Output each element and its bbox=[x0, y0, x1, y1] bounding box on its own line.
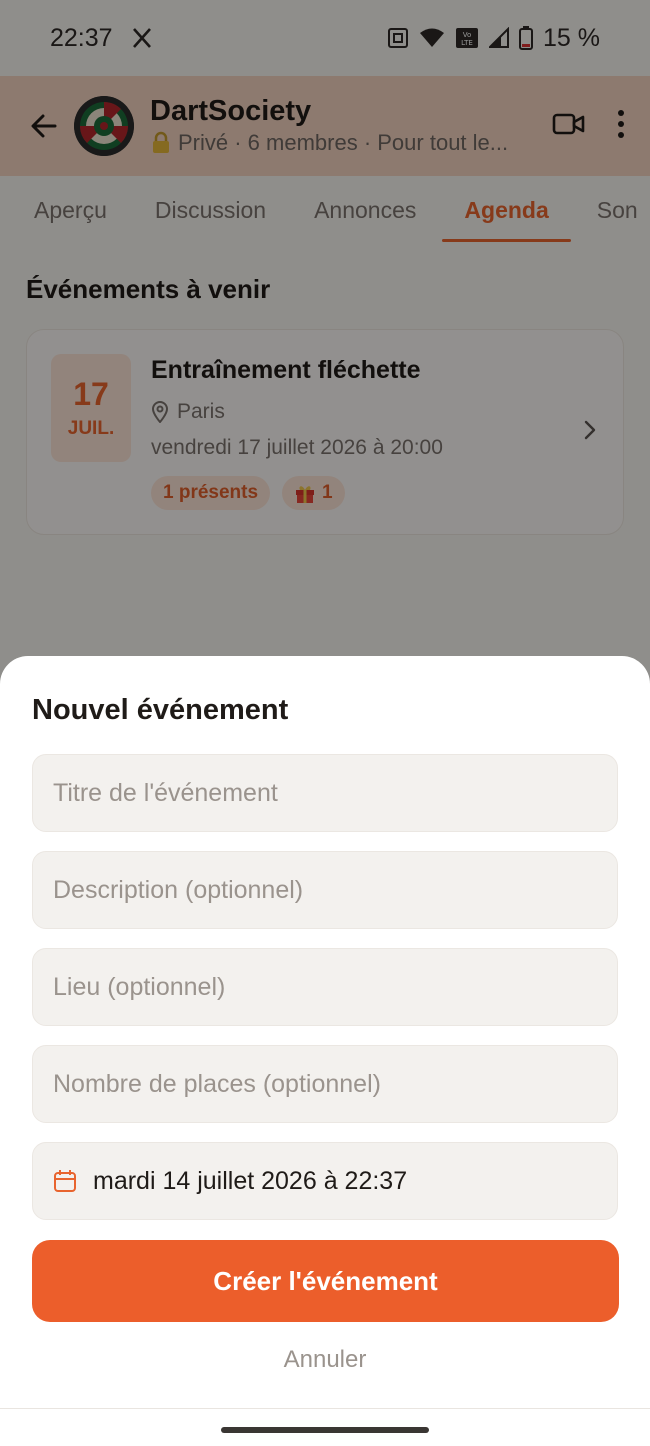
event-description-input[interactable] bbox=[53, 875, 597, 905]
event-seats-field[interactable] bbox=[32, 1045, 618, 1123]
event-seats-input[interactable] bbox=[53, 1069, 597, 1099]
home-indicator[interactable] bbox=[221, 1427, 429, 1433]
event-title-input[interactable] bbox=[53, 778, 597, 808]
event-date-value: mardi 14 juillet 2026 à 22:37 bbox=[93, 1166, 408, 1195]
event-description-field[interactable] bbox=[32, 851, 618, 929]
event-date-picker[interactable]: mardi 14 juillet 2026 à 22:37 bbox=[32, 1142, 618, 1220]
event-title-field[interactable] bbox=[32, 754, 618, 832]
nav-divider bbox=[0, 1408, 650, 1409]
calendar-icon bbox=[54, 1170, 76, 1192]
create-event-button[interactable]: Créer l'événement bbox=[32, 1240, 619, 1322]
cancel-button[interactable]: Annuler bbox=[0, 1342, 650, 1378]
event-place-input[interactable] bbox=[53, 972, 597, 1002]
sheet-title: Nouvel événement bbox=[32, 694, 289, 726]
event-place-field[interactable] bbox=[32, 948, 618, 1026]
new-event-sheet: Nouvel événement mardi 14 juillet 2026 à… bbox=[0, 656, 650, 1446]
